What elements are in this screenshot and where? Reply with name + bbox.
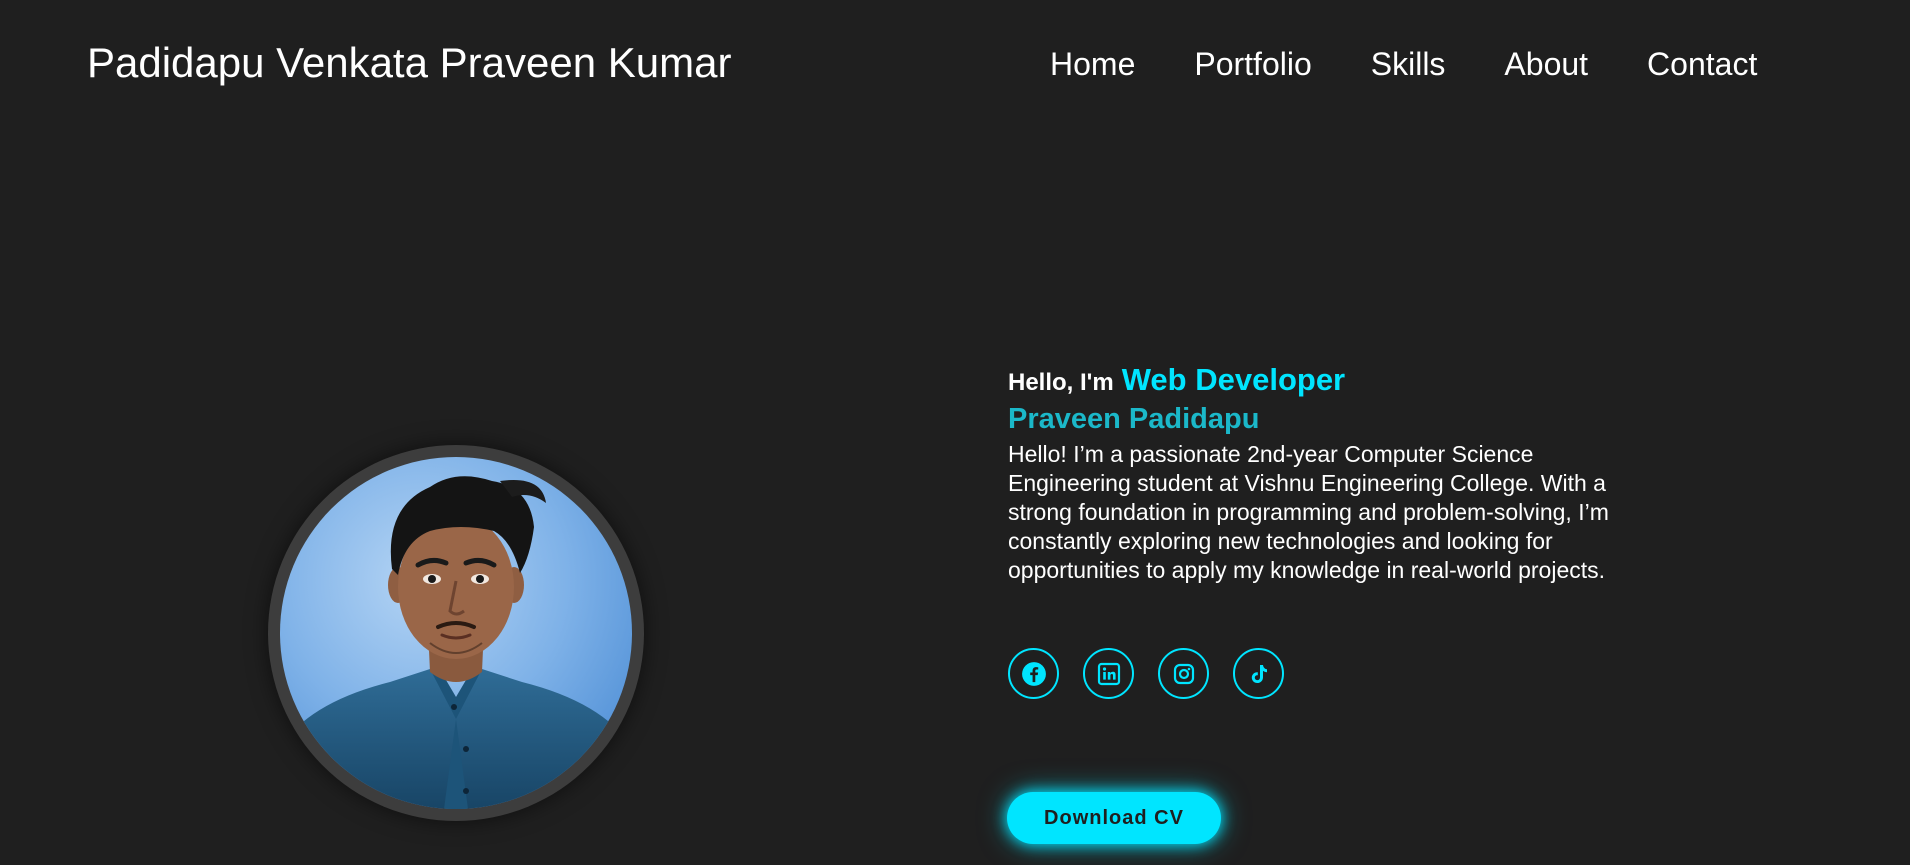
facebook-icon <box>1021 661 1046 686</box>
greeting-text: Hello, I'm <box>1008 369 1114 396</box>
tiktok-icon <box>1251 664 1267 683</box>
site-logo-text[interactable]: Padidapu Venkata Praveen Kumar <box>87 38 731 88</box>
nav-link-skills[interactable]: Skills <box>1371 42 1446 86</box>
main-nav: Home Portfolio Skills About Contact <box>1050 42 1757 86</box>
linkedin-link[interactable] <box>1083 648 1134 699</box>
instagram-link[interactable] <box>1158 648 1209 699</box>
hero-name: Praveen Padidapu <box>1008 403 1260 435</box>
profile-photo-frame <box>268 445 644 821</box>
linkedin-icon <box>1097 662 1120 685</box>
profile-photo <box>280 457 632 809</box>
greeting-line: Hello, I'm Web Developer <box>1008 362 1628 402</box>
hero-bio: Hello! I’m a passionate 2nd-year Compute… <box>1008 441 1609 583</box>
nav-link-portfolio[interactable]: Portfolio <box>1194 42 1311 86</box>
hero-intro: Hello, I'm Web Developer Praveen Padidap… <box>1008 362 1628 585</box>
download-cv-button[interactable]: Download CV <box>1007 792 1221 844</box>
page: Padidapu Venkata Praveen Kumar Home Port… <box>0 0 1910 865</box>
facebook-link[interactable] <box>1008 648 1059 699</box>
tiktok-link[interactable] <box>1233 648 1284 699</box>
instagram-icon <box>1173 663 1194 684</box>
nav-link-about[interactable]: About <box>1504 42 1588 86</box>
nav-link-contact[interactable]: Contact <box>1647 42 1757 86</box>
site-header: Padidapu Venkata Praveen Kumar Home Port… <box>0 0 1910 125</box>
nav-link-home[interactable]: Home <box>1050 42 1135 86</box>
social-links <box>1008 648 1284 699</box>
role-title: Web Developer <box>1121 362 1346 397</box>
